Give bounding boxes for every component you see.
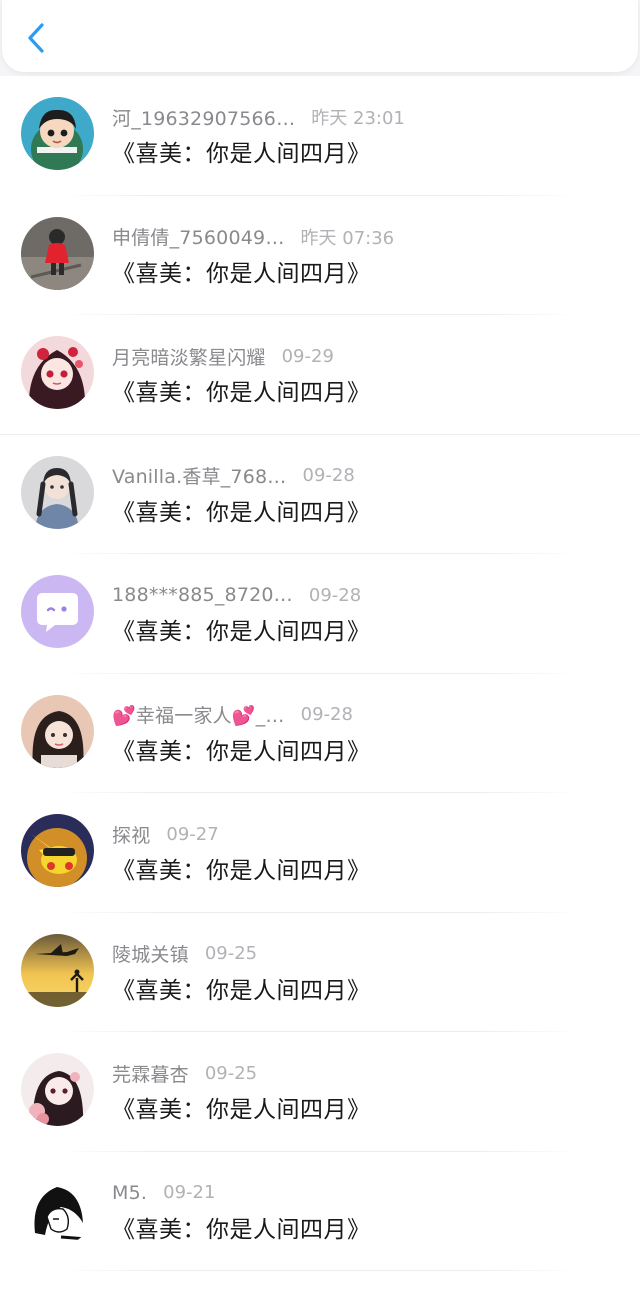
list-item[interactable]: 188***885_8720… 09-28 《喜美：你是人间四月》 [0,554,640,674]
item-time: 09-29 [281,345,334,367]
item-username: 河_19632907566… [112,107,296,130]
anime-girl-roses-avatar [21,1053,94,1126]
item-message: 《喜美：你是人间四月》 [112,738,371,765]
item-time: 昨天 23:01 [311,108,405,129]
item-username: 芫霖暮杏 [112,1063,189,1086]
item-message: 《喜美：你是人间四月》 [112,499,371,526]
anime-girl-red-avatar [21,336,94,409]
default-chat-bubble-avatar [21,575,94,648]
item-meta: Vanilla.香草_768… 09-28 [112,463,355,489]
item-username: 188***885_8720… [112,584,293,606]
list-item[interactable]: 芫霖暮杏 09-25 《喜美：你是人间四月》 [0,1032,640,1152]
item-username: 探视 [112,824,151,847]
list-item[interactable]: 💕幸福一家人💕_… 09-28 《喜美：你是人间四月》 [0,674,640,793]
item-message: 《喜美：你是人间四月》 [112,858,371,884]
item-username: Vanilla.香草_768… [112,466,287,488]
item-time: 09-27 [166,823,219,845]
chevron-left-icon [28,23,44,53]
item-message: 《喜美：你是人间四月》 [112,619,371,645]
divider [60,1270,580,1271]
item-username: 陵城关镇 [112,944,189,966]
cartoon-boy-avatar [21,97,94,170]
girl-braids-avatar [21,455,94,529]
item-time: 09-28 [300,704,353,725]
top-nav-bar [2,0,638,72]
child-red-coat-avatar [21,216,94,290]
item-meta: 申倩倩_7560049… 昨天 07:36 [112,224,394,250]
list-item[interactable]: 申倩倩_7560049… 昨天 07:36 《喜美：你是人间四月》 [0,196,640,315]
item-meta: 陵城关镇 09-25 [112,941,257,967]
bw-sketch-avatar [21,1172,94,1246]
item-meta: 188***885_8720… 09-28 [112,582,361,608]
list-item[interactable]: 月亮暗淡繁星闪耀 09-29 《喜美：你是人间四月》 [0,315,640,435]
item-message: 《喜美：你是人间四月》 [112,1097,371,1123]
list-item[interactable]: 陵城关镇 09-25 《喜美：你是人间四月》 [0,913,640,1032]
item-username: 申倩倩_7560049… [112,227,285,249]
item-meta: 💕幸福一家人💕_… 09-28 [112,702,353,728]
item-username: 月亮暗淡繁星闪耀 [112,346,266,369]
item-message: 《喜美：你是人间四月》 [112,141,371,167]
item-time: 09-21 [163,1182,216,1203]
item-message: 《喜美：你是人间四月》 [112,380,371,406]
item-meta: M5. 09-21 [112,1180,215,1206]
list-item[interactable]: 河_19632907566… 昨天 23:01 《喜美：你是人间四月》 [0,76,640,196]
girl-portrait-avatar [21,694,94,768]
list-item[interactable]: 探视 09-27 《喜美：你是人间四月》 [0,793,640,913]
item-time: 09-28 [302,465,355,486]
item-message: 《喜美：你是人间四月》 [112,977,371,1004]
message-list: 河_19632907566… 昨天 23:01 《喜美：你是人间四月》 申倩倩_… [0,76,640,1292]
pikachu-avatar [21,814,94,887]
item-meta: 月亮暗淡繁星闪耀 09-29 [112,343,334,369]
item-username: 💕幸福一家人💕_… [112,705,285,727]
back-button[interactable] [20,20,52,56]
item-meta: 芫霖暮杏 09-25 [112,1060,257,1086]
item-meta: 河_19632907566… 昨天 23:01 [112,104,405,130]
list-item[interactable]: Vanilla.香草_768… 09-28 《喜美：你是人间四月》 [0,435,640,554]
sunset-plane-avatar [21,933,94,1007]
item-time: 09-28 [308,584,362,606]
list-item[interactable]: M5. 09-21 《喜美：你是人间四月》 [0,1152,640,1271]
item-message: 《喜美：你是人间四月》 [112,1216,371,1243]
item-username: M5. [112,1181,148,1204]
item-time: 09-25 [204,1062,258,1084]
item-meta: 探视 09-27 [112,821,219,847]
item-time: 09-25 [204,943,258,964]
item-message: 《喜美：你是人间四月》 [112,260,371,287]
item-time: 昨天 07:36 [300,227,395,249]
